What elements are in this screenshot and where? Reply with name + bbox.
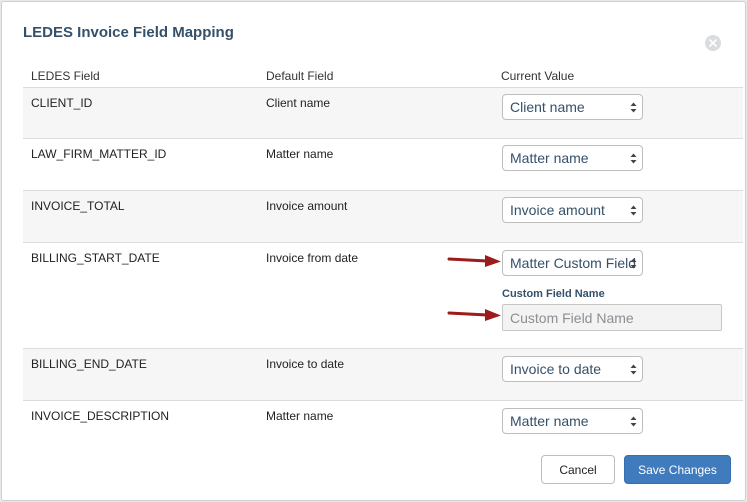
select-value: Matter Custom Field [510, 255, 637, 271]
default-field-cell: Invoice amount [266, 199, 348, 213]
select-value: Invoice amount [510, 202, 605, 218]
current-value-select[interactable]: Matter name [502, 408, 643, 434]
ledes-field-cell: CLIENT_ID [31, 96, 93, 110]
default-field-cell: Invoice to date [266, 357, 345, 371]
default-field-cell: Client name [266, 96, 331, 110]
dialog-title: LEDES Invoice Field Mapping [23, 24, 234, 41]
ledes-mapping-dialog: LEDES Invoice Field Mapping LEDES Field … [1, 1, 746, 501]
ledes-field-cell: LAW_FIRM_MATTER_ID [31, 147, 167, 161]
chevron-updown-icon [630, 364, 637, 375]
table-row: CLIENT_ID Client name Client name [23, 88, 743, 138]
table-row: INVOICE_TOTAL Invoice amount Invoice amo… [23, 191, 743, 242]
current-value-select[interactable]: Client name [502, 94, 643, 120]
current-value-select[interactable]: Matter Custom Field [502, 250, 643, 276]
select-value: Invoice to date [510, 361, 602, 377]
custom-field-name-placeholder: Custom Field Name [510, 310, 634, 326]
current-value-select[interactable]: Invoice to date [502, 356, 643, 382]
current-value-select[interactable]: Invoice amount [502, 197, 643, 223]
ledes-field-cell: INVOICE_DESCRIPTION [31, 409, 170, 423]
chevron-updown-icon [630, 153, 637, 164]
current-value-select[interactable]: Matter name [502, 145, 643, 171]
table-row: BILLING_START_DATE Invoice from date Mat… [23, 243, 743, 348]
chevron-updown-icon [630, 416, 637, 427]
ledes-field-cell: BILLING_START_DATE [31, 251, 160, 265]
select-value: Matter name [510, 413, 589, 429]
red-arrow-icon [447, 309, 501, 321]
default-field-cell: Matter name [266, 147, 334, 161]
close-icon[interactable] [705, 35, 721, 51]
red-arrow-icon [447, 255, 501, 267]
default-field-cell: Invoice from date [266, 251, 359, 265]
select-value: Client name [510, 99, 585, 115]
chevron-updown-icon [630, 258, 637, 269]
ledes-field-cell: INVOICE_TOTAL [31, 199, 125, 213]
table-row: BILLING_END_DATE Invoice to date Invoice… [23, 349, 743, 400]
custom-field-name-input[interactable]: Custom Field Name [502, 304, 722, 331]
cancel-button[interactable]: Cancel [541, 455, 615, 484]
ledes-field-cell: BILLING_END_DATE [31, 357, 147, 371]
column-header-ledes-field: LEDES Field [31, 69, 100, 83]
custom-field-name-label: Custom Field Name [502, 288, 605, 300]
select-value: Matter name [510, 150, 589, 166]
default-field-cell: Matter name [266, 409, 334, 423]
chevron-updown-icon [630, 205, 637, 216]
column-header-default-field: Default Field [266, 69, 334, 83]
column-header-current-value: Current Value [501, 69, 575, 83]
table-row: INVOICE_DESCRIPTION Matter name Matter n… [23, 401, 743, 441]
save-changes-button[interactable]: Save Changes [624, 455, 731, 484]
table-row: LAW_FIRM_MATTER_ID Matter name Matter na… [23, 139, 743, 190]
chevron-updown-icon [630, 102, 637, 113]
